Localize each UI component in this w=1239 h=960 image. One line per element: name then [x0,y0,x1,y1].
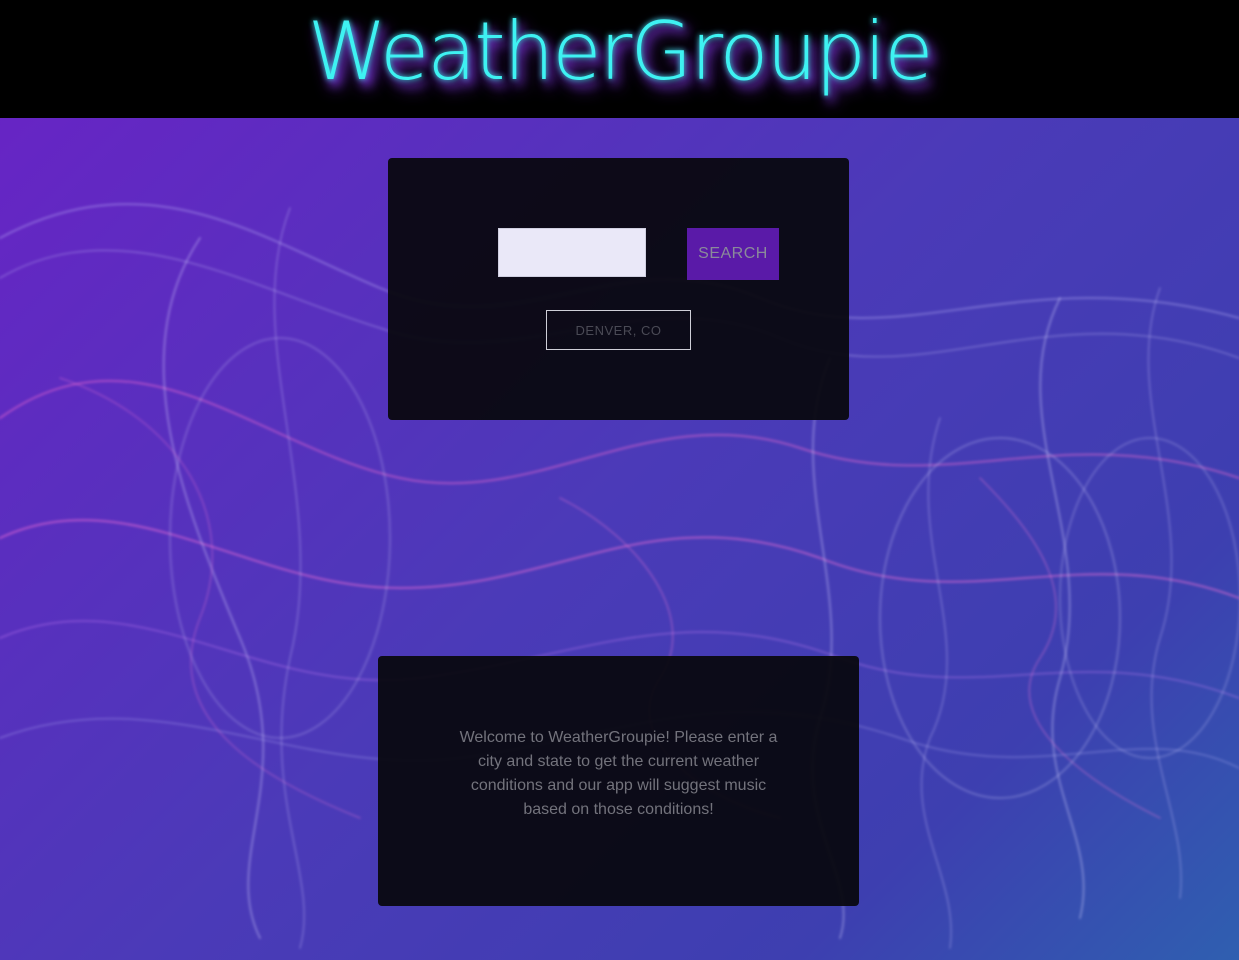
search-panel: SEARCH DENVER, CO [388,158,849,420]
logo-text: WeatherGroupie [307,5,934,98]
welcome-panel: Welcome to WeatherGroupie! Please enter … [378,656,859,906]
search-button[interactable]: SEARCH [687,228,779,280]
search-history-item[interactable]: DENVER, CO [546,310,691,350]
city-search-input[interactable] [498,228,646,277]
site-header: WeatherGroupie [0,0,1239,118]
logo[interactable]: WeatherGroupie [0,0,1239,118]
welcome-message: Welcome to WeatherGroupie! Please enter … [459,729,778,818]
